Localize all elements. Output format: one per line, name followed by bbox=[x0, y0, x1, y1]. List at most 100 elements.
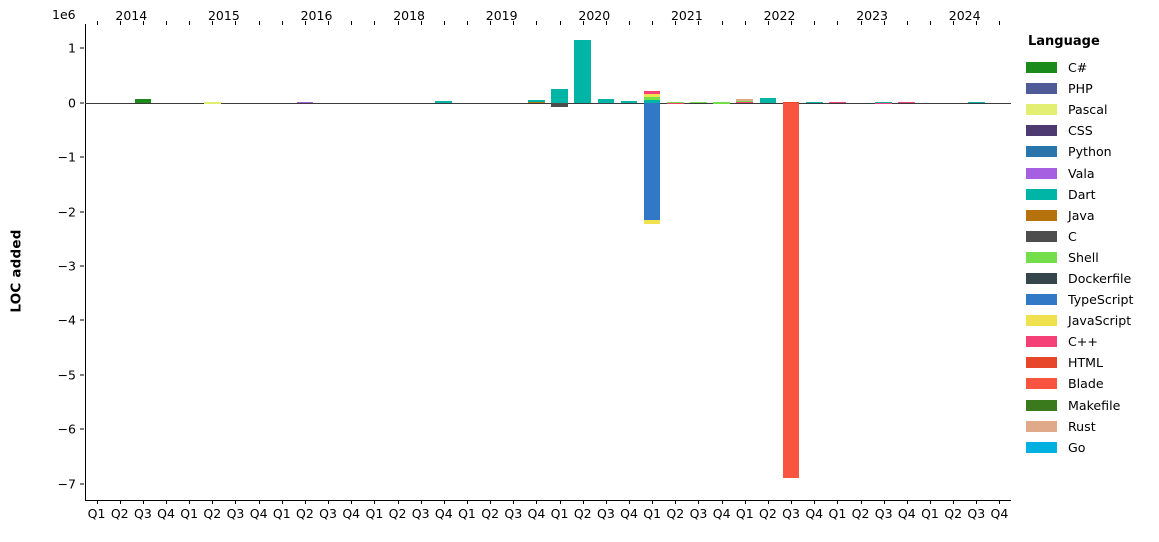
x-tick-label: Q3 bbox=[596, 506, 615, 521]
legend-item-label: C# bbox=[1068, 60, 1088, 76]
bar-segment bbox=[296, 101, 314, 104]
legend-item-label: CSS bbox=[1068, 123, 1093, 139]
legend-item[interactable]: Pascal bbox=[1026, 99, 1159, 120]
x-tick-mark bbox=[513, 500, 515, 504]
legend-item[interactable]: Java bbox=[1026, 205, 1159, 226]
legend-item[interactable]: PHP bbox=[1026, 78, 1159, 99]
legend-item[interactable]: C# bbox=[1026, 57, 1159, 78]
y-tick-mark bbox=[80, 428, 84, 430]
x-tick-mark bbox=[767, 500, 769, 504]
legend-item-label: Blade bbox=[1068, 376, 1104, 392]
x-axis-year-tick bbox=[490, 21, 492, 25]
bar-segment bbox=[551, 89, 568, 103]
legend-item[interactable]: Blade bbox=[1026, 373, 1159, 394]
bar-segment bbox=[643, 90, 661, 94]
x-tick-mark bbox=[929, 500, 931, 504]
x-tick-label: Q2 bbox=[296, 506, 314, 521]
legend-item[interactable]: Python bbox=[1026, 141, 1159, 162]
x-tick-mark bbox=[304, 500, 306, 504]
legend-item-label: C bbox=[1068, 228, 1077, 244]
x-tick-label: Q4 bbox=[249, 506, 268, 521]
legend-item-label: TypeScript bbox=[1068, 292, 1134, 308]
x-tick-label: Q4 bbox=[157, 506, 175, 521]
x-tick-mark bbox=[397, 500, 399, 504]
y-tick-label: −1 bbox=[57, 149, 76, 165]
legend-item[interactable]: C bbox=[1026, 226, 1159, 247]
legend-item-label: Makefile bbox=[1068, 397, 1121, 413]
legend-item[interactable]: CSS bbox=[1026, 120, 1159, 141]
x-tick-label: Q3 bbox=[319, 506, 337, 521]
legend-item[interactable]: Vala bbox=[1026, 162, 1159, 183]
x-tick-mark bbox=[559, 500, 561, 504]
x-axis-year-tick bbox=[976, 21, 978, 25]
x-axis-year-tick bbox=[698, 21, 700, 25]
x-axis-year-tick bbox=[258, 21, 260, 25]
legend-item-label: C++ bbox=[1068, 334, 1098, 350]
bar-segment bbox=[666, 101, 684, 104]
x-axis-year-tick bbox=[744, 21, 746, 25]
y-tick-label: −7 bbox=[57, 476, 76, 492]
x-tick-label: Q2 bbox=[481, 506, 500, 521]
legend-item[interactable]: Makefile bbox=[1026, 395, 1159, 416]
x-tick-mark bbox=[883, 500, 885, 504]
legend-color-swatch bbox=[1026, 420, 1057, 432]
legend-color-swatch bbox=[1026, 104, 1057, 116]
plot-area bbox=[85, 24, 1011, 500]
x-tick-mark bbox=[675, 500, 677, 504]
x-axis-year-tick bbox=[397, 21, 399, 25]
legend-item[interactable]: HTML bbox=[1026, 352, 1159, 373]
zero-baseline bbox=[85, 102, 1011, 105]
x-tick-label: Q2 bbox=[110, 506, 129, 521]
legend-item-label: HTML bbox=[1068, 355, 1104, 371]
x-tick-mark bbox=[142, 500, 144, 504]
legend-item-label: Pascal bbox=[1068, 102, 1108, 118]
x-tick-mark bbox=[837, 500, 839, 504]
x-axis-year-tick bbox=[652, 21, 654, 25]
x-tick-label: Q3 bbox=[967, 506, 986, 521]
x-axis-year-tick bbox=[767, 21, 769, 25]
y-tick-label: 0 bbox=[68, 95, 76, 111]
x-tick-mark bbox=[96, 500, 98, 504]
bar-segment bbox=[805, 101, 823, 104]
legend-item[interactable]: JavaScript bbox=[1026, 310, 1159, 331]
x-tick-mark bbox=[652, 500, 654, 504]
legend-color-swatch bbox=[1026, 167, 1057, 179]
y-tick-mark bbox=[80, 319, 84, 321]
legend-color-swatch bbox=[1026, 209, 1057, 221]
legend-item-label: PHP bbox=[1068, 81, 1093, 97]
x-tick-label: Q3 bbox=[411, 506, 430, 521]
legend-item[interactable]: C++ bbox=[1026, 331, 1159, 352]
x-axis-year-tick bbox=[513, 21, 515, 25]
x-axis-year-tick bbox=[906, 21, 908, 25]
bar-segment bbox=[875, 102, 892, 105]
x-axis-year-tick bbox=[814, 21, 816, 25]
legend-item[interactable]: Rust bbox=[1026, 416, 1159, 437]
legend-title: Language bbox=[1028, 34, 1100, 49]
x-axis-year-tick bbox=[420, 21, 422, 25]
x-tick-label: Q1 bbox=[828, 506, 847, 521]
x-axis-year-tick bbox=[629, 21, 631, 25]
legend-item[interactable]: TypeScript bbox=[1026, 289, 1159, 310]
x-tick-mark bbox=[490, 500, 492, 504]
legend-item-label: JavaScript bbox=[1068, 313, 1132, 329]
legend-item[interactable]: Go bbox=[1026, 437, 1159, 458]
x-tick-label: Q3 bbox=[874, 506, 893, 521]
bar-segment bbox=[643, 219, 661, 224]
x-tick-mark bbox=[582, 500, 584, 504]
y-tick-mark bbox=[80, 374, 84, 376]
legend-item[interactable]: Dockerfile bbox=[1026, 268, 1159, 289]
bar-segment bbox=[759, 98, 777, 103]
legend-item[interactable]: Dart bbox=[1026, 184, 1159, 205]
legend-item[interactable]: Shell bbox=[1026, 247, 1159, 268]
legend-color-swatch bbox=[1026, 125, 1057, 137]
x-tick-mark bbox=[906, 500, 908, 504]
bar-segment bbox=[620, 100, 638, 103]
x-axis-year-tick bbox=[536, 21, 538, 25]
x-tick-mark bbox=[119, 500, 121, 504]
x-axis-year-tick bbox=[605, 21, 607, 25]
x-tick-label: Q1 bbox=[921, 506, 939, 521]
legend-color-swatch bbox=[1026, 294, 1057, 306]
bar-segment bbox=[435, 100, 453, 103]
x-axis-year-tick bbox=[443, 21, 445, 25]
x-axis-year-tick bbox=[374, 21, 376, 25]
